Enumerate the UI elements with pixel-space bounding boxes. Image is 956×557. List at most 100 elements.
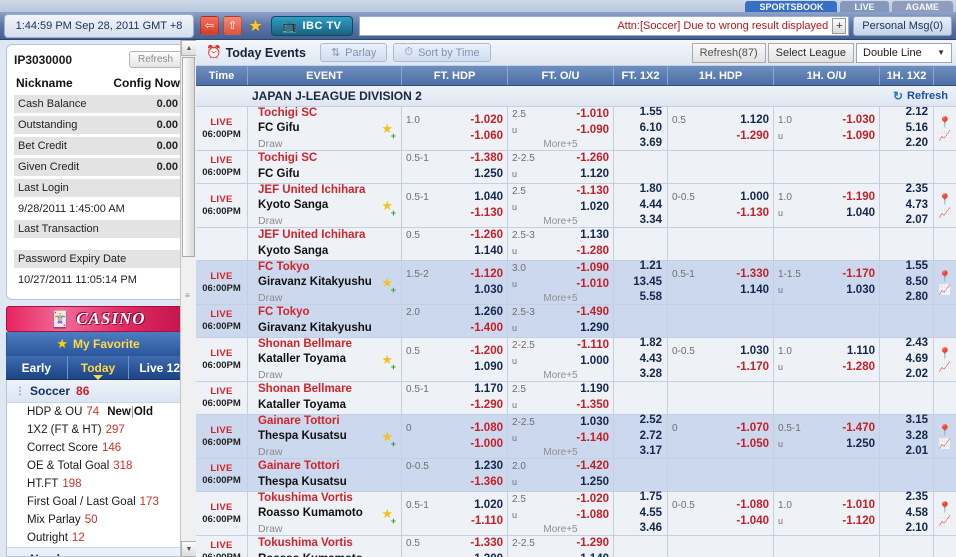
ft-hdp-home[interactable]: 2.0 1.260 <box>406 305 503 321</box>
1h-1x2-cell[interactable]: 2.35 4.58 2.10 <box>880 491 934 535</box>
ft-hdp-odd-home[interactable]: -1.120 <box>441 267 503 283</box>
ft-hdp-away[interactable]: -1.000 <box>406 437 503 453</box>
more-markets-link[interactable]: More+5 <box>512 370 609 381</box>
1h-1x2-odd[interactable]: 8.50 <box>906 275 928 291</box>
ft-ou-cell[interactable]: 2-2.5 -1.110 u 1.000 More+5 <box>508 338 614 381</box>
ft-hdp-home[interactable]: 0.5 -1.200 <box>406 344 503 360</box>
ft-1x2-odd[interactable]: 3.69 <box>640 136 662 152</box>
ft-ou-cell[interactable]: 3.0 -1.090 u -1.010 More+5 <box>508 261 614 304</box>
ft-1x2-cell[interactable]: 1.21 13.45 5.58 <box>614 260 668 306</box>
ft-hdp-odd-home[interactable]: -1.080 <box>441 421 503 437</box>
ft-1x2-odd[interactable]: 5.58 <box>640 290 662 306</box>
row-tools-cell[interactable]: 📍 📈 <box>934 261 956 304</box>
ft-ou-odd-under[interactable]: -1.140 <box>547 431 609 447</box>
ft-ou-odd-over[interactable]: -1.010 <box>547 107 609 123</box>
ft-hdp-odd-away[interactable]: -1.400 <box>441 321 503 337</box>
top-tab-sportsbook[interactable]: SPORTSBOOK <box>745 1 838 12</box>
1h-hdp-odd-home[interactable]: 1.000 <box>707 190 769 206</box>
ft-ou-odd-over[interactable]: -1.020 <box>547 492 609 508</box>
menu-item-hdp-ou[interactable]: HDP & OU 74 New|Old <box>7 403 189 421</box>
ft-hdp-away[interactable]: -1.130 <box>406 206 503 222</box>
statistics-chart-icon[interactable]: 📈 <box>939 516 951 527</box>
1h-ou-odd-under[interactable]: -1.280 <box>813 360 875 376</box>
ft-hdp-odd-away[interactable]: -1.290 <box>441 398 503 414</box>
ft-1x2-odd[interactable]: 1.75 <box>640 490 662 506</box>
ft-hdp-odd-home[interactable]: -1.200 <box>441 344 503 360</box>
ft-hdp-cell[interactable]: 0.5-1 -1.380 1.250 <box>402 151 508 183</box>
ft-ou-over[interactable]: 2.5 1.190 <box>512 382 609 398</box>
tab-today[interactable]: Today <box>66 356 129 379</box>
ft-ou-odd-under[interactable]: 1.120 <box>547 167 609 183</box>
ft-ou-cell[interactable]: 2.5 -1.130 u 1.020 More+5 <box>508 184 614 227</box>
home-team-name[interactable]: Tochigi SC <box>258 107 395 121</box>
ft-ou-odd-under[interactable]: -1.350 <box>547 398 609 414</box>
ft-hdp-home[interactable]: 0.5-1 1.020 <box>406 498 503 514</box>
table-row[interactable]: LIVE 06:00PM Tochigi SC FC Gifu Draw ★ +1.0 -1.… <box>196 107 956 151</box>
away-team-name[interactable]: Giravanz Kitakyushu <box>258 275 395 291</box>
ft-1x2-cell[interactable]: 1.82 4.43 3.28 <box>614 337 668 381</box>
more-markets-link[interactable]: More+5 <box>512 139 609 150</box>
1h-1x2-cell[interactable]: 2.12 5.16 2.20 <box>880 107 934 150</box>
1h-ou-odd-under[interactable]: 1.040 <box>813 206 875 222</box>
ft-ou-odd-over[interactable]: -1.090 <box>547 261 609 277</box>
menu-item-oe-total-goal[interactable]: OE & Total Goal 318 <box>7 457 189 475</box>
away-team-name[interactable]: Giravanz Kitakyushu <box>258 321 395 337</box>
1h-ou-cell[interactable]: 1.0 1.110 u -1.280 <box>774 338 880 381</box>
1h-ou-odd-under[interactable]: 1.030 <box>813 283 875 299</box>
1h-ou-under[interactable]: u -1.280 <box>778 360 875 376</box>
home-icon[interactable]: ⇧ <box>223 16 242 35</box>
ft-1x2-odd[interactable]: 6.10 <box>640 121 662 137</box>
ft-hdp-odd-home[interactable]: -1.260 <box>441 228 503 244</box>
location-pin-icon[interactable]: 📍 <box>938 270 952 283</box>
ft-hdp-odd-home[interactable]: 1.260 <box>441 305 503 321</box>
1h-ou-odd-under[interactable]: -1.120 <box>813 514 875 530</box>
match-event-cell[interactable]: Tokushima VortisRoasso Kumamoto <box>248 536 402 557</box>
row-tools-cell[interactable]: 📍 📈 <box>934 184 956 227</box>
ft-1x2-odd[interactable]: 3.46 <box>640 521 662 537</box>
1h-ou-under[interactable]: u 1.040 <box>778 206 875 222</box>
1h-ou-odd-over[interactable]: -1.010 <box>813 498 875 514</box>
ft-ou-odd-under[interactable]: -1.080 <box>547 508 609 524</box>
1h-1x2-odd[interactable]: 4.58 <box>906 506 928 522</box>
away-team-name[interactable]: Kataller Toyama <box>258 398 395 414</box>
ft-ou-over[interactable]: 2.5 -1.020 <box>512 492 609 508</box>
ft-ou-under[interactable]: u -1.090 <box>512 123 609 139</box>
ft-hdp-cell[interactable]: 0.5 -1.260 1.140 <box>402 228 508 260</box>
match-event-cell[interactable]: Gainare Tottori Thespa Kusatsu Draw ★ + <box>248 415 402 458</box>
ft-ou-odd-under[interactable]: -1.090 <box>547 123 609 139</box>
statistics-chart-icon[interactable]: 📈 <box>939 362 951 373</box>
ft-ou-over[interactable]: 2.5 -1.010 <box>512 107 609 123</box>
statistics-chart-icon[interactable]: 📈 <box>939 285 951 296</box>
add-favorite-plus-icon[interactable]: + <box>391 362 396 372</box>
1h-1x2-odd[interactable]: 2.12 <box>906 107 928 121</box>
away-team-name[interactable]: Roasso Kumamoto <box>258 506 395 522</box>
table-row[interactable]: LIVE06:00PMTokushima VortisRoasso Kumamo… <box>196 490 956 537</box>
ft-ou-odd-under[interactable]: -1.280 <box>547 244 609 260</box>
1h-hdp-cell[interactable]: 0-0.5 1.000 -1.130 <box>668 184 774 227</box>
ft-ou-over[interactable]: 2.5-3 1.130 <box>512 228 609 244</box>
1h-ou-odd-over[interactable]: -1.470 <box>813 421 875 437</box>
1h-ou-under[interactable]: u -1.120 <box>778 514 875 530</box>
ft-ou-over[interactable]: 2-2.5 1.030 <box>512 415 609 431</box>
1h-ou-over[interactable]: 1.0 -1.190 <box>778 190 875 206</box>
menu-item-first-last-goal[interactable]: First Goal / Last Goal 173 <box>7 493 189 511</box>
location-pin-icon[interactable]: 📍 <box>938 347 952 360</box>
table-row[interactable]: JEF United Ichihara Kyoto Sanga 0.5 -1.260 1… <box>196 228 956 261</box>
more-markets-link[interactable]: More+5 <box>512 524 609 535</box>
home-team-name[interactable]: Gainare Tottori <box>258 414 395 430</box>
ft-hdp-odd-home[interactable]: -1.330 <box>441 536 503 552</box>
1h-hdp-away[interactable]: -1.050 <box>672 437 769 453</box>
ft-1x2-cell[interactable]: 2.52 2.72 3.17 <box>614 414 668 458</box>
ft-hdp-away[interactable]: -1.400 <box>406 321 503 337</box>
ft-hdp-odd-away[interactable]: -1.360 <box>441 475 503 491</box>
1h-ou-odd-under[interactable]: 1.250 <box>813 437 875 453</box>
ft-ou-under[interactable]: u 1.290 <box>512 321 609 337</box>
1h-hdp-home[interactable]: 0-0.5 1.000 <box>672 190 769 206</box>
my-favorite-bar[interactable]: ★ My Favorite <box>6 332 190 356</box>
1h-hdp-home[interactable]: 0-0.5 -1.080 <box>672 498 769 514</box>
1h-hdp-odd-away[interactable]: -1.040 <box>707 514 769 530</box>
1h-1x2-odd[interactable]: 2.43 <box>906 336 928 352</box>
ft-ou-odd-over[interactable]: -1.260 <box>547 151 609 167</box>
table-row[interactable]: LIVE 06:00PM Gainare Tottori Thespa Kusatsu… <box>196 414 956 459</box>
ft-hdp-home[interactable]: 0.5 -1.330 <box>406 536 503 552</box>
